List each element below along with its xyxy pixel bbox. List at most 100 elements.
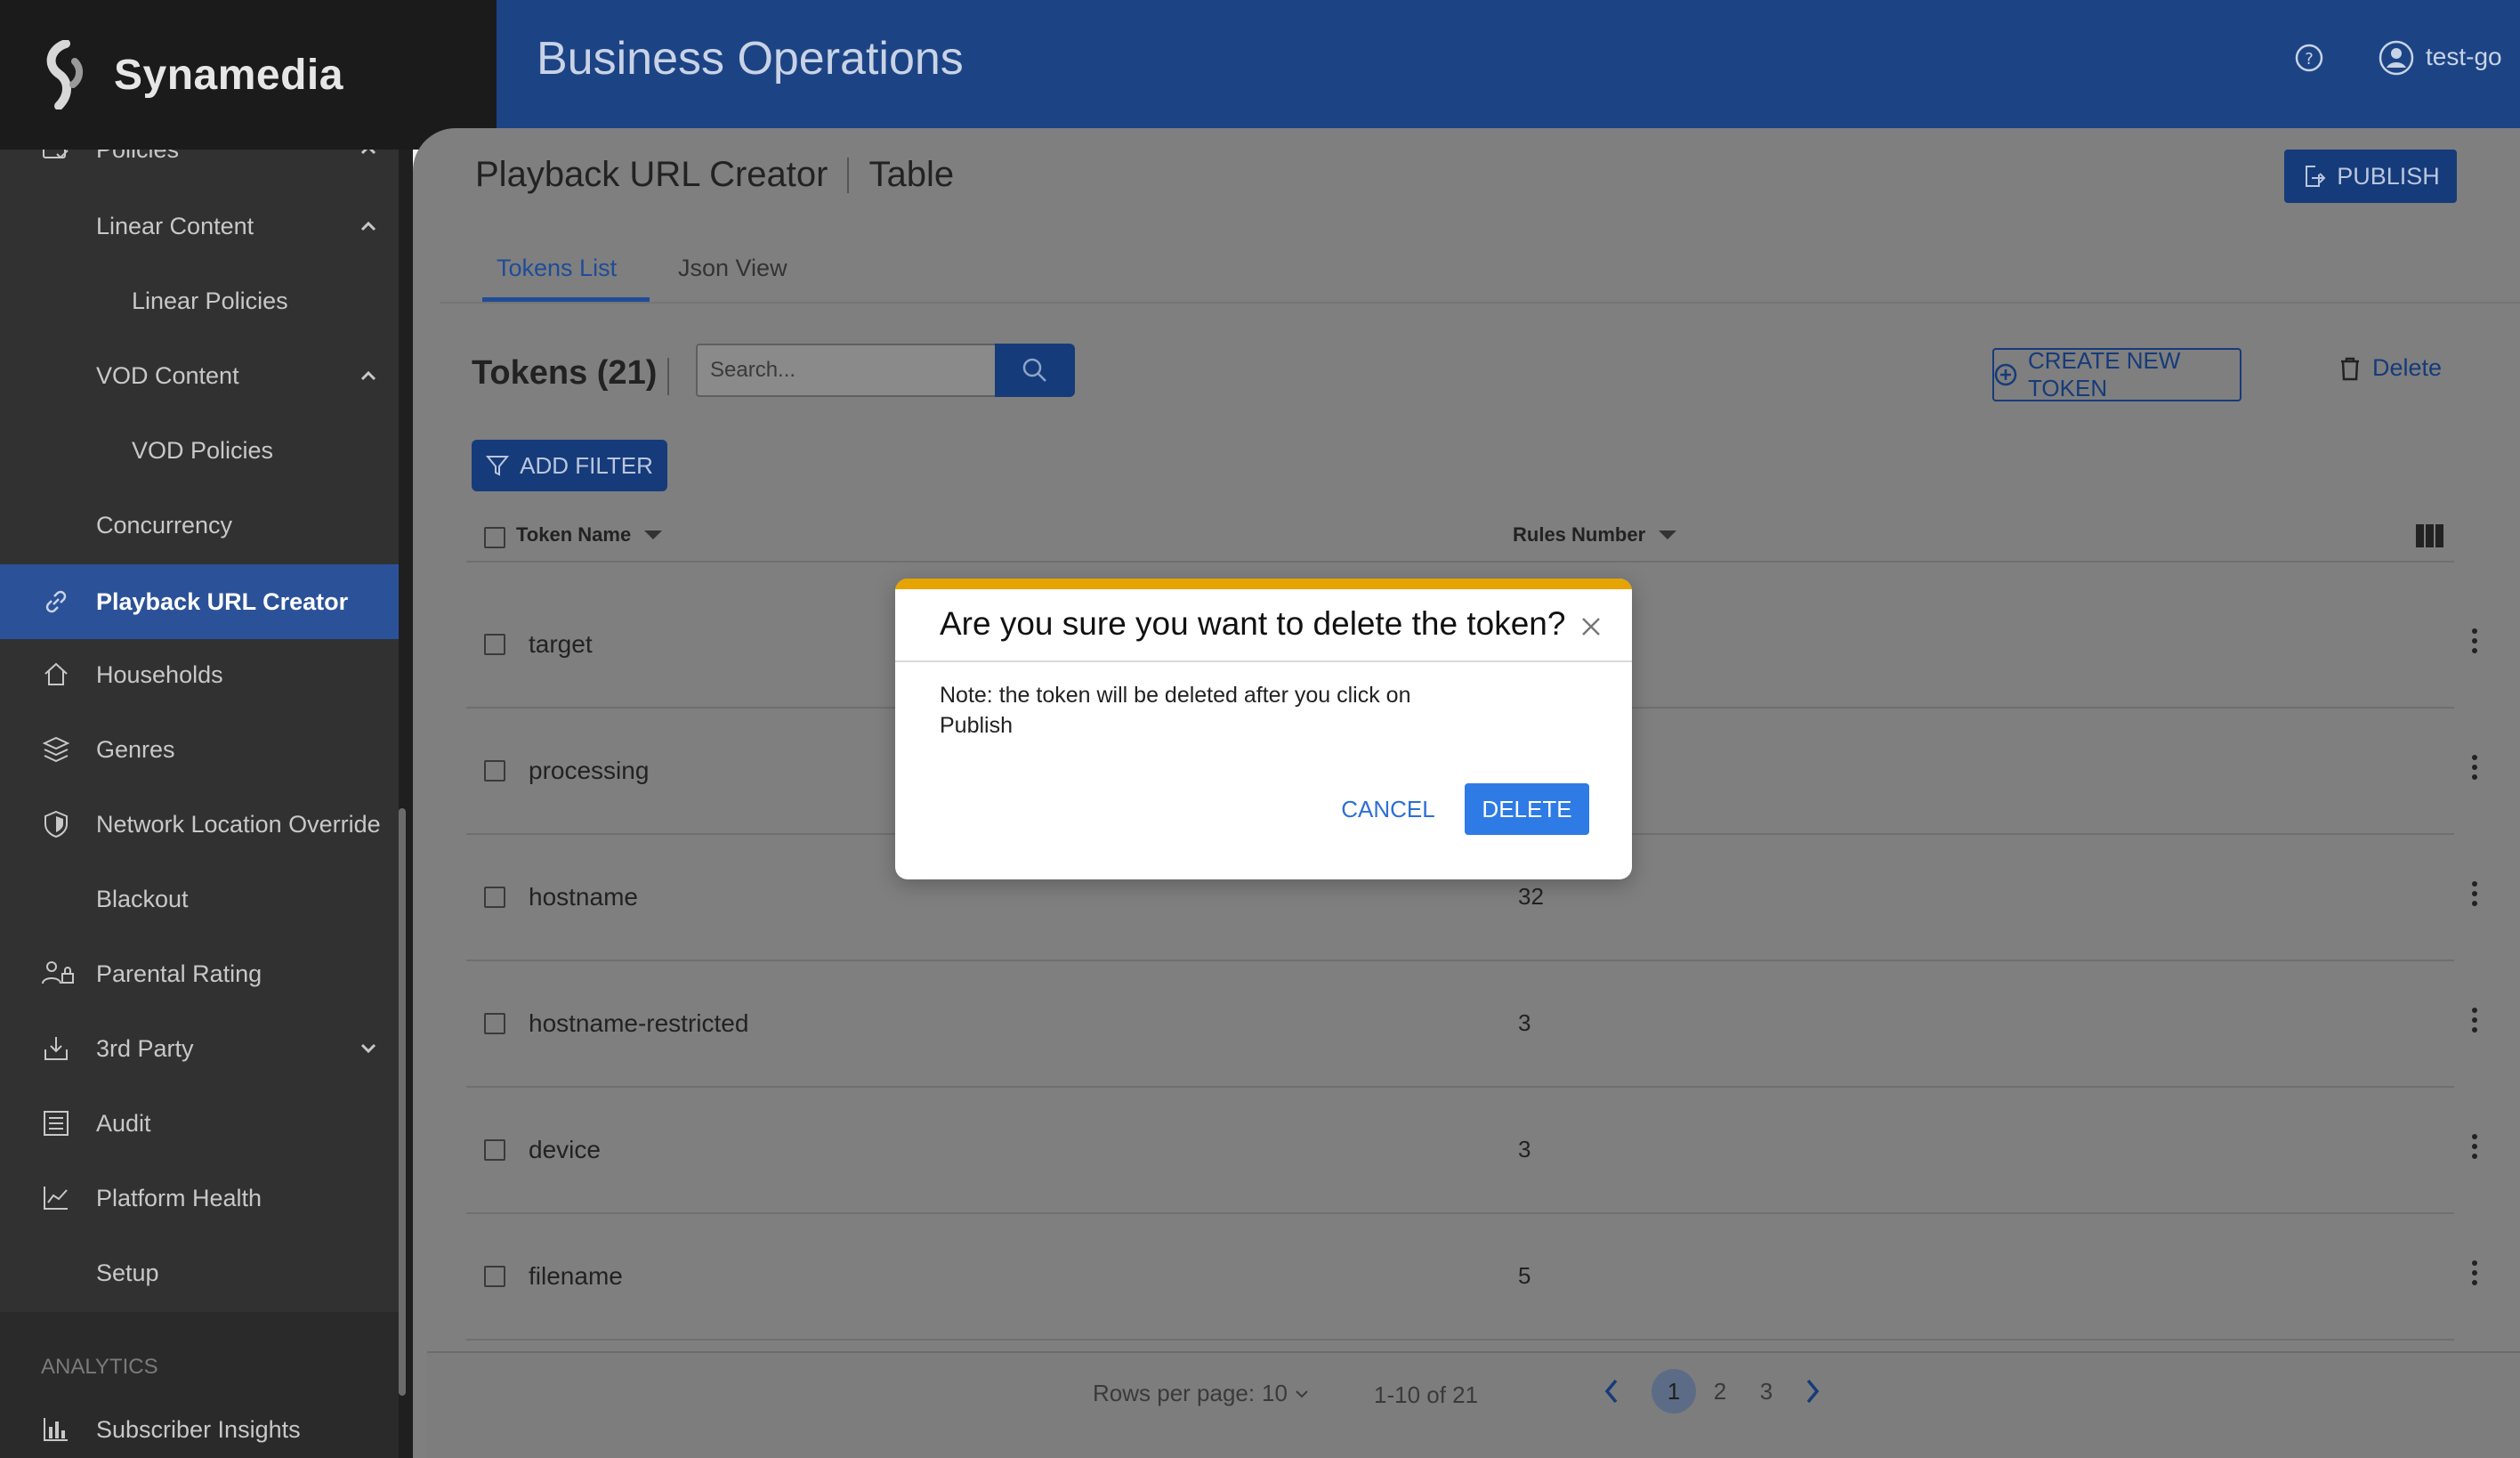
create-new-token-label: CREATE NEW TOKEN: [2028, 347, 2181, 401]
token-name: hostname: [529, 883, 638, 911]
sidebar-item-vod-policies[interactable]: VOD Policies: [0, 413, 399, 488]
trash-icon: [2338, 356, 2362, 381]
rows-per-page-label: Rows per page:: [1093, 1380, 1256, 1406]
page-button-3[interactable]: 3: [1744, 1369, 1789, 1413]
cancel-button[interactable]: CANCEL: [1335, 783, 1442, 835]
rules-number: 32: [1518, 883, 1544, 910]
sidebar-item-label: Linear Content: [96, 212, 254, 239]
sidebar-item-label: Blackout: [96, 885, 189, 912]
more-vert-icon[interactable]: [2470, 1006, 2479, 1034]
page-button-2[interactable]: 2: [1698, 1369, 1742, 1413]
dialog-title: Are you sure you want to delete the toke…: [940, 605, 1566, 642]
table-row[interactable]: hostname-restricted 3: [466, 961, 2477, 1088]
sidebar-item-playback-url-creator[interactable]: Playback URL Creator: [0, 564, 399, 639]
token-name: device: [529, 1136, 601, 1163]
token-name: filename: [529, 1262, 623, 1290]
sidebar-item-policies[interactable]: Policies: [0, 150, 399, 187]
row-checkbox[interactable]: [484, 887, 505, 908]
sidebar-item-3rd-party[interactable]: 3rd Party: [0, 1011, 399, 1086]
rows-per-page-value: 10: [1262, 1380, 1288, 1406]
sidebar-item-blackout[interactable]: Blackout: [0, 862, 399, 936]
previous-page-icon[interactable]: [1603, 1378, 1619, 1405]
tab-tokens-list[interactable]: Tokens List: [497, 255, 617, 282]
delete-button[interactable]: Delete: [2338, 354, 2442, 382]
sidebar-item-label: 3rd Party: [96, 1034, 194, 1062]
user-name[interactable]: test-go: [2426, 43, 2502, 71]
sidebar-item-label: Parental Rating: [96, 960, 262, 987]
table-row[interactable]: device 3: [466, 1088, 2477, 1214]
sidebar-item-audit[interactable]: Audit: [0, 1086, 399, 1161]
dialog-divider: [895, 660, 1632, 662]
tab-json-view[interactable]: Json View: [678, 255, 788, 282]
delete-confirmation-dialog: Are you sure you want to delete the toke…: [895, 579, 1632, 879]
help-icon[interactable]: ?: [2294, 43, 2324, 73]
search-input[interactable]: Search...: [696, 344, 1007, 397]
create-new-token-button[interactable]: CREATE NEW TOKEN: [1992, 347, 2241, 401]
shield-icon: [41, 809, 71, 839]
tokens-title-divider: [667, 358, 669, 395]
rows-per-page-select[interactable]: 10: [1262, 1380, 1309, 1407]
close-icon[interactable]: [1580, 616, 1602, 637]
add-filter-label: ADD FILTER: [520, 451, 653, 479]
page-button-1[interactable]: 1: [1652, 1369, 1696, 1413]
sidebar-scrollbar[interactable]: [399, 808, 406, 1396]
synamedia-logo-icon: [39, 40, 91, 109]
more-vert-icon[interactable]: [2470, 753, 2479, 782]
more-vert-icon[interactable]: [2470, 1259, 2479, 1287]
column-header-label: Token Name: [516, 523, 632, 546]
search-button[interactable]: [995, 344, 1075, 397]
publish-button[interactable]: PUBLISH: [2284, 150, 2457, 203]
dialog-note: Note: the token will be deleted after yo…: [940, 683, 1411, 738]
link-icon: [41, 587, 71, 617]
add-filter-button[interactable]: ADD FILTER: [472, 440, 667, 491]
sidebar-item-label: Setup: [96, 1259, 159, 1286]
dialog-accent-bar: [895, 579, 1632, 589]
row-checkbox[interactable]: [484, 760, 505, 782]
token-name: hostname-restricted: [529, 1009, 749, 1037]
sidebar-item-linear-content[interactable]: Linear Content: [0, 189, 399, 263]
row-checkbox[interactable]: [484, 1013, 505, 1034]
tokens-count-title: Tokens (21): [472, 354, 658, 392]
sidebar-item-platform-health[interactable]: Platform Health: [0, 1161, 399, 1235]
chevron-up-icon: [359, 370, 377, 381]
select-all-checkbox[interactable]: [484, 527, 505, 548]
brand-logo[interactable]: Synamedia: [0, 0, 497, 150]
token-name: target: [529, 630, 593, 658]
sidebar-item-label: VOD Policies: [132, 436, 274, 464]
confirm-delete-button[interactable]: DELETE: [1465, 783, 1589, 835]
sidebar-item-label: Network Location Override: [96, 810, 381, 838]
row-checkbox[interactable]: [484, 1139, 505, 1161]
top-bar: Business Operations ? test-go: [497, 0, 2520, 128]
next-page-icon[interactable]: [1805, 1378, 1821, 1405]
sidebar-item-vod-content[interactable]: VOD Content: [0, 338, 399, 413]
title-divider: [847, 157, 850, 193]
page-view-label: Table: [868, 155, 955, 194]
more-vert-icon[interactable]: [2470, 879, 2479, 908]
user-avatar-icon[interactable]: [2378, 39, 2415, 77]
tabs-divider: [440, 302, 2520, 304]
sidebar-item-genres[interactable]: Genres: [0, 712, 399, 787]
column-header-label: Rules Number: [1513, 523, 1646, 546]
sidebar-item-linear-policies[interactable]: Linear Policies: [0, 263, 399, 338]
sidebar-item-subscriber-insights[interactable]: Subscriber Insights: [0, 1392, 399, 1458]
row-checkbox[interactable]: [484, 634, 505, 655]
columns-view-icon[interactable]: [2415, 523, 2445, 548]
column-header-rules-number[interactable]: Rules Number: [1513, 523, 1677, 547]
row-checkbox[interactable]: [484, 1266, 505, 1287]
token-name: processing: [529, 757, 650, 784]
sidebar-item-concurrency[interactable]: Concurrency: [0, 488, 399, 563]
more-vert-icon[interactable]: [2470, 627, 2479, 655]
svg-text:?: ?: [2305, 50, 2314, 69]
sidebar-item-network-location-override[interactable]: Network Location Override: [0, 787, 399, 862]
sidebar-item-parental-rating[interactable]: Parental Rating: [0, 936, 399, 1011]
brand-name: Synamedia: [114, 51, 343, 99]
page-title-text: Playback URL Creator: [475, 155, 828, 194]
table-row[interactable]: filename 5: [466, 1214, 2477, 1341]
chevron-down-icon: [359, 1043, 377, 1054]
publish-label: PUBLISH: [2337, 162, 2440, 190]
sidebar-item-setup[interactable]: Setup: [0, 1235, 399, 1310]
sidebar-item-households[interactable]: Households: [0, 637, 399, 712]
column-header-token-name[interactable]: Token Name: [516, 523, 663, 547]
audit-list-icon: [41, 1108, 71, 1138]
more-vert-icon[interactable]: [2470, 1132, 2479, 1161]
